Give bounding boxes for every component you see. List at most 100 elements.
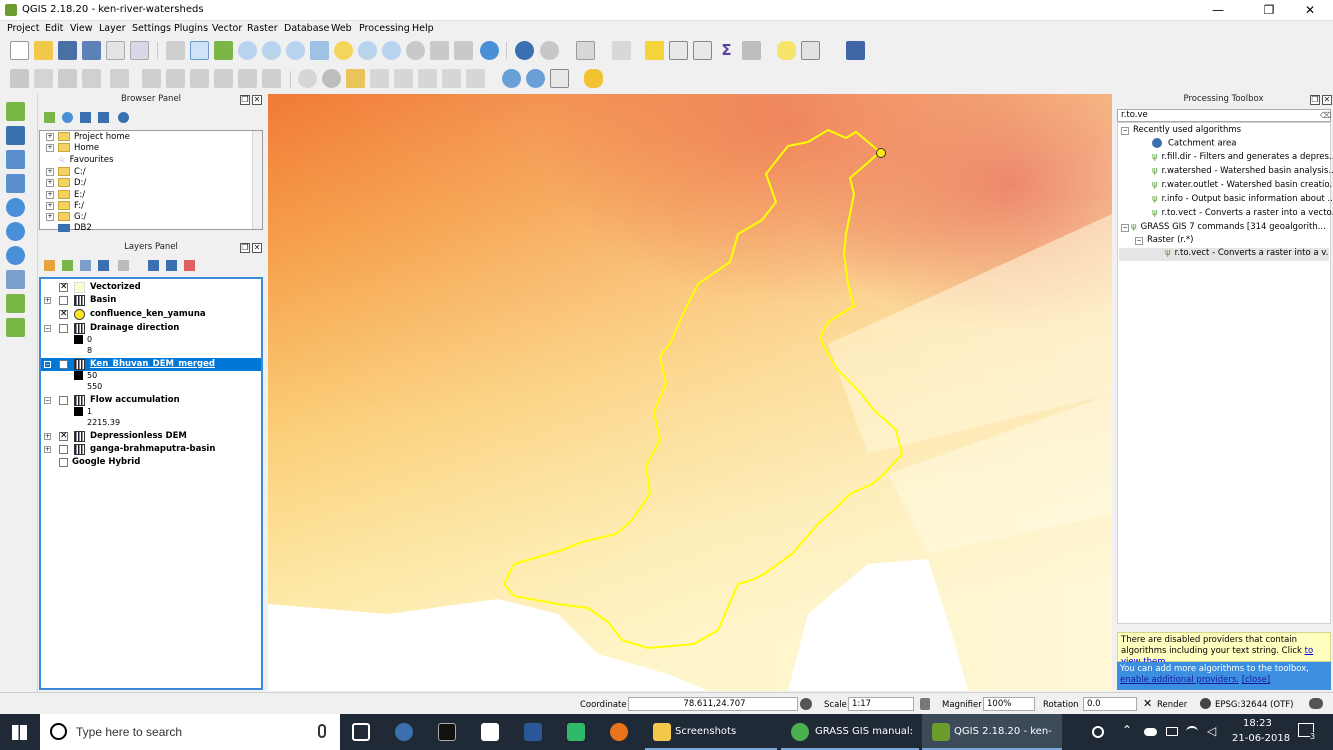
cut-features-icon[interactable] — [214, 69, 233, 88]
add-virtual-layer-icon[interactable] — [6, 294, 25, 313]
menu-vector[interactable]: Vector — [212, 23, 242, 34]
menu-raster[interactable]: Raster — [247, 23, 278, 34]
search-box[interactable]: Type here to search — [40, 714, 340, 750]
toolbox-search-input[interactable]: r.to.ve — [1117, 109, 1331, 122]
edits-icon[interactable] — [10, 69, 29, 88]
map-canvas[interactable] — [268, 94, 1112, 691]
float-icon[interactable]: ❐ — [240, 95, 250, 105]
collapse-icon[interactable]: − — [44, 397, 51, 404]
menu-edit[interactable]: Edit — [45, 23, 63, 34]
add-feature-icon[interactable] — [82, 69, 101, 88]
text-annotation-icon[interactable] — [801, 41, 820, 60]
label-change-icon[interactable] — [442, 69, 461, 88]
python-icon[interactable] — [584, 69, 603, 88]
layer-row-selected[interactable]: − Ken_Bhuvan_DEM_merged — [41, 358, 261, 371]
pan-icon[interactable] — [190, 41, 209, 60]
microphone-icon[interactable] — [318, 724, 326, 738]
composer-manager-icon[interactable] — [130, 41, 149, 60]
add-group-icon[interactable] — [62, 260, 73, 271]
browser-item[interactable]: + C:/ — [46, 167, 86, 178]
action-icon[interactable] — [540, 41, 559, 60]
cloud-icon[interactable] — [1144, 728, 1157, 736]
clear-search-icon[interactable]: ⌫ — [1320, 111, 1331, 120]
wms-icon[interactable] — [502, 69, 521, 88]
close-button[interactable]: ✕ — [1287, 0, 1333, 21]
label-pin-icon[interactable] — [346, 69, 365, 88]
scale-field[interactable]: 1:17 — [848, 697, 914, 711]
task-view-icon[interactable] — [352, 723, 370, 741]
add-delimited-text-icon[interactable] — [6, 270, 25, 289]
algorithm-item[interactable]: ψ r.info - Output basic information about… — [1152, 194, 1333, 207]
layer-checkbox[interactable] — [59, 296, 68, 305]
render-checkbox[interactable]: ✕ — [1143, 697, 1152, 710]
filter-legend-icon[interactable] — [98, 260, 109, 271]
copy-features-icon[interactable] — [238, 69, 257, 88]
enable-providers-link[interactable]: enable additional providers. — [1120, 675, 1239, 685]
properties-icon[interactable] — [118, 112, 129, 123]
minimize-button[interactable]: — — [1195, 0, 1241, 21]
clock-time[interactable]: 18:23 — [1243, 718, 1272, 729]
wfs-icon[interactable] — [526, 69, 545, 88]
delete-selected-icon[interactable] — [190, 69, 209, 88]
new-project-icon[interactable] — [10, 41, 29, 60]
save-project-icon[interactable] — [58, 41, 77, 60]
open-project-icon[interactable] — [34, 41, 53, 60]
menu-web[interactable]: Web — [331, 23, 352, 34]
save-as-icon[interactable] — [82, 41, 101, 60]
expand-icon[interactable]: + — [44, 433, 51, 440]
crs-label[interactable]: EPSG:32644 (OTF) — [1215, 700, 1294, 710]
menu-processing[interactable]: Processing — [359, 23, 410, 34]
layer-row[interactable]: − Drainage direction — [41, 322, 261, 335]
layer-row[interactable]: + Basin — [41, 294, 261, 307]
close-panel-icon[interactable]: ✕ — [252, 95, 262, 105]
menu-project[interactable]: Project — [7, 23, 40, 34]
menu-help[interactable]: Help — [412, 23, 434, 34]
algorithm-item[interactable]: ψ r.water.outlet - Watershed basin creati… — [1152, 180, 1333, 193]
taskbar-app-active[interactable]: QGIS 2.18.20 - ken-r... — [922, 714, 1062, 750]
browser-item[interactable]: + Home — [46, 143, 99, 154]
layer-row[interactable]: + ganga-brahmaputra-basin — [41, 443, 261, 456]
style-icon[interactable] — [44, 260, 55, 271]
expand-icon[interactable]: + — [44, 297, 51, 304]
maximize-button[interactable]: ❐ — [1246, 0, 1292, 21]
messages-icon[interactable] — [1309, 698, 1323, 709]
add-wcs-layer-icon[interactable] — [6, 222, 25, 241]
zoom-layer-icon[interactable] — [358, 41, 377, 60]
add-wfs-layer-icon[interactable] — [6, 246, 25, 265]
identify-icon[interactable] — [515, 41, 534, 60]
browser-tree[interactable]: + Project home + Home ☆ Favourites + C:/ + D:… — [39, 130, 263, 233]
filter-expression-icon[interactable] — [118, 260, 129, 271]
layer-checkbox[interactable] — [59, 360, 68, 369]
zoom-native-icon[interactable] — [286, 41, 305, 60]
browser-item[interactable]: + G:/ — [46, 212, 86, 223]
layer-row[interactable]: Google Hybrid — [41, 456, 261, 469]
attribute-table-icon[interactable] — [669, 41, 688, 60]
layer-row[interactable]: − Flow accumulation — [41, 394, 261, 407]
label-rotate-icon[interactable] — [418, 69, 437, 88]
save-edits-icon[interactable] — [58, 69, 77, 88]
csw-icon[interactable] — [550, 69, 569, 88]
zoom-out-icon[interactable] — [262, 41, 281, 60]
collapse-icon[interactable]: − — [44, 325, 51, 332]
print-composer-icon[interactable] — [106, 41, 125, 60]
notes-icon[interactable] — [481, 723, 499, 741]
menu-view[interactable]: View — [70, 23, 93, 34]
digitize-icon[interactable] — [110, 69, 129, 88]
layer-checkbox[interactable] — [59, 324, 68, 333]
layer-checkbox[interactable]: ✕ — [59, 310, 68, 319]
new-shapefile-icon[interactable] — [6, 318, 25, 337]
select-value-icon[interactable] — [612, 41, 631, 60]
add-vector-layer-icon[interactable] — [6, 102, 25, 121]
browser-item[interactable]: + E:/ — [46, 190, 85, 201]
layer-checkbox[interactable] — [59, 458, 68, 467]
wifi-icon[interactable] — [1186, 726, 1198, 737]
menu-layer[interactable]: Layer — [99, 23, 126, 34]
toolbox-tree[interactable]: − Recently used algorithms Catchment area… — [1117, 122, 1333, 624]
taskbar-app[interactable]: GRASS GIS manual: ... — [781, 714, 919, 750]
tree-group[interactable]: − Recently used algorithms — [1121, 125, 1241, 138]
clock-date[interactable]: 21-06-2018 — [1232, 733, 1290, 744]
new-map-view-icon[interactable] — [430, 41, 449, 60]
menu-settings[interactable]: Settings — [132, 23, 171, 34]
tree-group[interactable]: − Raster (r.*) — [1135, 235, 1193, 248]
taskbar-app[interactable]: Screenshots — [645, 714, 777, 750]
